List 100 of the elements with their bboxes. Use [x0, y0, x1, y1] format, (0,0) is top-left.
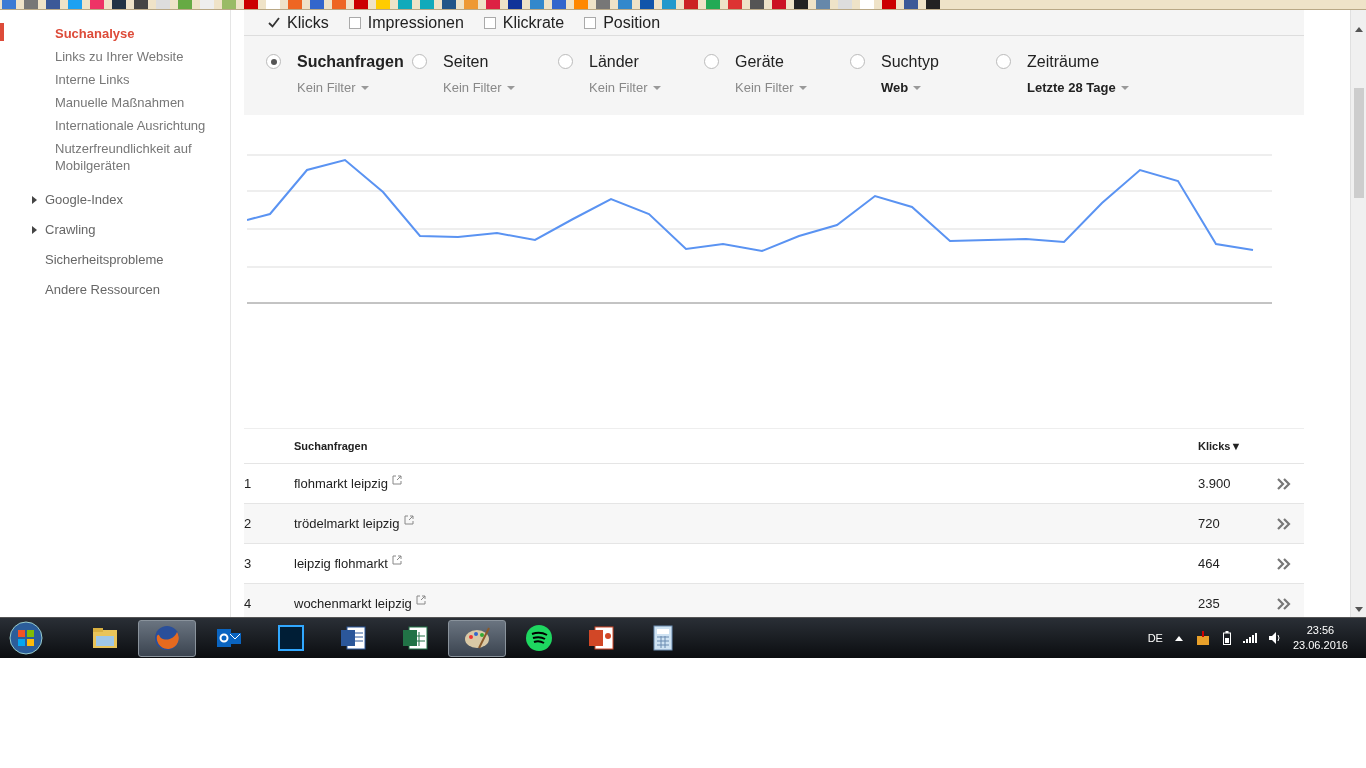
double-chevron-icon[interactable]	[1277, 477, 1291, 490]
dimension-label[interactable]: Zeiträume	[1027, 52, 1129, 72]
radio-button[interactable]	[266, 54, 281, 69]
expand-tray-icon[interactable]	[1174, 635, 1183, 641]
bookmark-icon[interactable]	[794, 0, 808, 9]
query-link[interactable]: flohmarkt leipzig	[294, 473, 388, 494]
external-link-icon[interactable]	[403, 514, 414, 525]
sidebar-item[interactable]: Links zu Ihrer Website	[0, 45, 215, 68]
action-center-icon[interactable]	[1194, 631, 1211, 645]
checkbox[interactable]	[483, 16, 496, 29]
query-link[interactable]: leipzig flohmarkt	[294, 553, 388, 574]
scrollbar-thumb[interactable]	[1353, 88, 1364, 198]
column-header[interactable]: Suchanfragen	[294, 437, 368, 455]
bookmark-icon[interactable]	[750, 0, 764, 9]
checkbox-label[interactable]: Impressionen	[367, 10, 464, 35]
dimension-label[interactable]: Seiten	[443, 52, 515, 72]
bookmark-icon[interactable]	[464, 0, 478, 9]
sidebar-item[interactable]: Google-Index	[0, 185, 230, 215]
radio-button[interactable]	[412, 54, 427, 69]
dimension-label[interactable]: Länder	[589, 52, 661, 72]
checkbox-label[interactable]: Position	[603, 10, 661, 35]
bookmark-icon[interactable]	[574, 0, 588, 9]
dimension-label[interactable]: Geräte	[735, 52, 807, 72]
query-link[interactable]: wochenmarkt leipzig	[294, 593, 412, 614]
clock-time[interactable]: 23:56	[1292, 623, 1348, 638]
checkbox[interactable]	[584, 16, 597, 29]
radio-button[interactable]	[558, 54, 573, 69]
bookmark-icon[interactable]	[662, 0, 676, 9]
bookmark-icon[interactable]	[288, 0, 302, 9]
bookmark-icon[interactable]	[310, 0, 324, 9]
bookmark-icon[interactable]	[420, 0, 434, 9]
bookmark-icon[interactable]	[508, 0, 522, 9]
sidebar-item[interactable]: Sicherheitsprobleme	[0, 245, 230, 275]
bookmark-icon[interactable]	[46, 0, 60, 9]
bookmark-icon[interactable]	[860, 0, 874, 9]
bookmark-icon[interactable]	[24, 0, 38, 9]
bookmark-icon[interactable]	[596, 0, 610, 9]
sidebar-item[interactable]: Manuelle Maßnahmen	[0, 91, 215, 114]
scroll-down-icon[interactable]	[1354, 607, 1363, 613]
start-button[interactable]	[6, 620, 46, 656]
bookmark-icon[interactable]	[486, 0, 500, 9]
sidebar-item[interactable]: Andere Ressourcen	[0, 275, 230, 305]
bookmark-icon[interactable]	[156, 0, 170, 9]
bookmark-icon[interactable]	[442, 0, 456, 9]
checkbox-label[interactable]: Klicks	[287, 10, 329, 35]
sidebar-item[interactable]: Interne Links	[0, 68, 215, 91]
external-link-icon[interactable]	[415, 594, 426, 605]
scroll-up-icon[interactable]	[1354, 26, 1363, 32]
bookmark-icon[interactable]	[728, 0, 742, 9]
bookmark-icon[interactable]	[112, 0, 126, 9]
filter-dropdown[interactable]: Letzte 28 Tage	[1027, 78, 1129, 98]
battery-icon[interactable]	[1222, 631, 1231, 645]
radio-button[interactable]	[996, 54, 1011, 69]
bookmark-icon[interactable]	[816, 0, 830, 9]
bookmark-icon[interactable]	[134, 0, 148, 9]
bookmark-icon[interactable]	[838, 0, 852, 9]
double-chevron-icon[interactable]	[1277, 557, 1291, 570]
query-link[interactable]: trödelmarkt leipzig	[294, 513, 400, 534]
bookmark-icon[interactable]	[354, 0, 368, 9]
checkbox-label[interactable]: Klickrate	[502, 10, 565, 35]
bookmark-icon[interactable]	[266, 0, 280, 9]
double-chevron-icon[interactable]	[1277, 517, 1291, 530]
bookmark-icon[interactable]	[772, 0, 786, 9]
bookmark-icon[interactable]	[332, 0, 346, 9]
volume-icon[interactable]	[1268, 632, 1281, 644]
bookmark-icon[interactable]	[530, 0, 544, 9]
sidebar-item[interactable]: Nutzerfreundlichkeit auf Mobilgeräten	[0, 137, 215, 177]
bookmark-icon[interactable]	[244, 0, 258, 9]
bookmark-icon[interactable]	[200, 0, 214, 9]
double-chevron-icon[interactable]	[1277, 597, 1291, 610]
bookmark-icon[interactable]	[2, 0, 16, 9]
signal-icon[interactable]	[1242, 633, 1257, 643]
checkbox[interactable]	[348, 16, 361, 29]
external-link-icon[interactable]	[391, 474, 402, 485]
bookmark-icon[interactable]	[222, 0, 236, 9]
bookmark-icon[interactable]	[376, 0, 390, 9]
sidebar-item[interactable]: Crawling	[0, 215, 230, 245]
bookmark-icon[interactable]	[552, 0, 566, 9]
column-header[interactable]: Klicks▼	[1198, 437, 1277, 455]
dimension-label[interactable]: Suchtyp	[881, 52, 939, 72]
bookmark-icon[interactable]	[684, 0, 698, 9]
bookmark-icon[interactable]	[640, 0, 654, 9]
language-indicator[interactable]: DE	[1147, 629, 1163, 647]
bookmark-icon[interactable]	[398, 0, 412, 9]
bookmark-icon[interactable]	[618, 0, 632, 9]
bookmark-icon[interactable]	[904, 0, 918, 9]
bookmark-icon[interactable]	[882, 0, 896, 9]
bookmark-icon[interactable]	[178, 0, 192, 9]
clock-date[interactable]: 23.06.2016	[1292, 638, 1348, 653]
radio-button[interactable]	[704, 54, 719, 69]
filter-dropdown[interactable]: Web	[881, 78, 939, 98]
bookmark-icon[interactable]	[706, 0, 720, 9]
bookmark-icon[interactable]	[68, 0, 82, 9]
dimension-label[interactable]: Suchanfragen	[297, 52, 404, 72]
checkbox[interactable]	[268, 16, 280, 29]
sidebar-item[interactable]: Suchanalyse	[0, 22, 215, 45]
scrollbar[interactable]	[1350, 10, 1366, 617]
taskbar-button[interactable]	[448, 619, 506, 657]
radio-button[interactable]	[850, 54, 865, 69]
bookmark-icon[interactable]	[926, 0, 940, 9]
